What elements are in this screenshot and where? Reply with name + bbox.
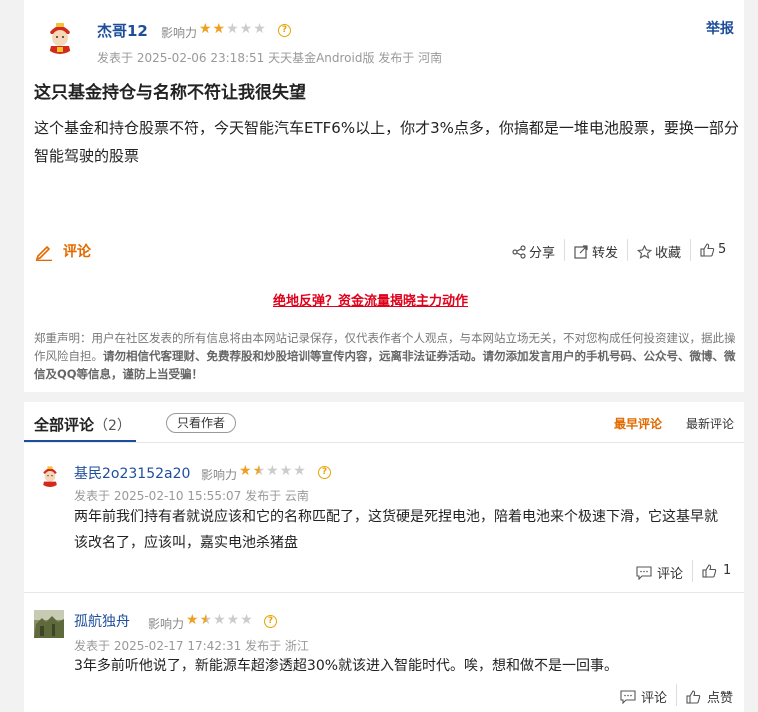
share-icon — [512, 244, 526, 259]
comment-avatar[interactable] — [34, 610, 64, 638]
comment-text: 3年多前听他说了，新能源车超渗透超30%就该进入智能时代。唉，想和做不是一回事。 — [74, 658, 619, 674]
influence-label: 影响力 — [148, 617, 185, 631]
divider — [692, 560, 693, 582]
comment-reply-button[interactable]: 评论 — [620, 687, 667, 706]
help-icon[interactable]: ? — [278, 24, 291, 37]
comment-reply-button[interactable]: 评论 — [636, 563, 683, 582]
influence-stars: ★★★★★ — [239, 463, 307, 479]
comment-like-button[interactable]: 点赞 — [686, 687, 733, 706]
comment-like-label: 1 — [723, 563, 732, 578]
influence-label: 影响力 — [161, 26, 198, 40]
divider — [564, 239, 565, 261]
report-link[interactable]: 举报 — [706, 18, 734, 38]
tab-label: 全部评论 — [34, 416, 95, 434]
star-outline-icon — [637, 244, 652, 259]
divider — [676, 684, 677, 706]
divider — [690, 239, 691, 261]
thumbs-up-icon — [702, 563, 717, 578]
influence-stars: ★★★★★ — [199, 21, 267, 37]
sort-earliest[interactable]: 最早评论 — [614, 415, 662, 432]
post-meta: 发表于 2025-02-06 23:18:51 天天基金Android版 发布于… — [97, 51, 443, 65]
comments-card: 全部评论（2） 只看作者 最早评论 最新评论 基民2o23152a20 影响力 … — [24, 402, 744, 712]
author-only-button[interactable]: 只看作者 — [166, 413, 236, 433]
comment-reply-label: 评论 — [641, 691, 668, 706]
comment-meta: 发表于 2025-02-10 15:55:07 发布于 云南 — [74, 489, 309, 503]
forward-button[interactable]: 转发 — [574, 242, 618, 261]
comment-button[interactable]: 评论 — [34, 241, 91, 261]
tab-all-comments[interactable]: 全部评论（2） — [34, 414, 131, 435]
post-body: 这个基金和持仓股票不符，今天智能汽车ETF6%以上，你才3%点多，你搞都是一堆电… — [34, 119, 739, 165]
comment-meta: 发表于 2025-02-17 17:42:31 发布于 浙江 — [74, 639, 309, 653]
divider — [627, 239, 628, 261]
pencil-icon — [35, 245, 52, 261]
comment-text: 两年前我们持有者就说应该和它的名称匹配了，这货硬是死捏电池，陪着电池来个极速下滑… — [74, 509, 718, 551]
comment-author[interactable]: 孤航独舟 — [74, 611, 130, 631]
post-card: 杰哥12 影响力 ★★★★★ ? 举报 发表于 2025-02-06 23:18… — [24, 0, 744, 392]
sort-latest[interactable]: 最新评论 — [686, 415, 734, 432]
disclaimer: 郑重声明：用户在社区发表的所有信息将由本网站记录保存，仅代表作者个人观点，与本网… — [34, 329, 739, 383]
influence-label: 影响力 — [201, 468, 238, 482]
comment-label: 评论 — [63, 244, 91, 260]
collect-button[interactable]: 收藏 — [637, 242, 681, 261]
author-name[interactable]: 杰哥12 — [97, 20, 148, 41]
post-title: 这只基金持仓与名称不符让我很失望 — [34, 83, 306, 103]
promo-link[interactable]: 绝地反弹？资金流量揭晓主力动作 — [273, 290, 468, 309]
comment-reply-label: 评论 — [657, 567, 684, 582]
like-button[interactable]: 5 — [700, 242, 726, 257]
author-avatar[interactable] — [42, 18, 78, 54]
comment-author[interactable]: 基民2o23152a20 — [74, 463, 190, 483]
influence-stars: ★★★★★ — [186, 612, 254, 628]
comment-avatar[interactable] — [38, 463, 62, 487]
share-label: 分享 — [529, 246, 556, 261]
thumbs-up-icon — [700, 242, 715, 257]
comment-icon — [636, 565, 652, 580]
divider — [24, 442, 744, 443]
help-icon[interactable]: ? — [318, 466, 331, 479]
comment-like-button[interactable]: 1 — [702, 563, 731, 578]
forward-icon — [574, 244, 588, 259]
share-button[interactable]: 分享 — [512, 242, 555, 261]
tab-count: （2） — [94, 418, 131, 434]
forward-label: 转发 — [592, 246, 619, 261]
comment-icon — [620, 689, 636, 704]
collect-label: 收藏 — [655, 246, 682, 261]
like-count: 5 — [718, 242, 727, 257]
disclaimer-warning: 请勿相信代客理财、免费荐股和炒股培训等宣传内容，远离非法证券活动。请勿添加发言用… — [34, 349, 736, 381]
thumbs-up-icon — [686, 689, 701, 704]
divider — [24, 592, 744, 593]
help-icon[interactable]: ? — [264, 615, 277, 628]
comment-like-label: 点赞 — [707, 691, 734, 706]
